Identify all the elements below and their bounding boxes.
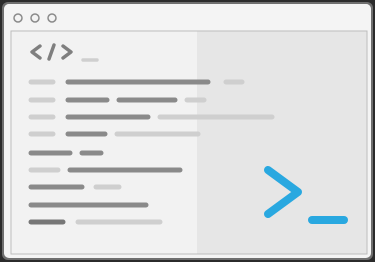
illustration-svg	[0, 0, 375, 262]
code-editor-illustration	[0, 0, 375, 262]
title-bar	[4, 4, 371, 32]
